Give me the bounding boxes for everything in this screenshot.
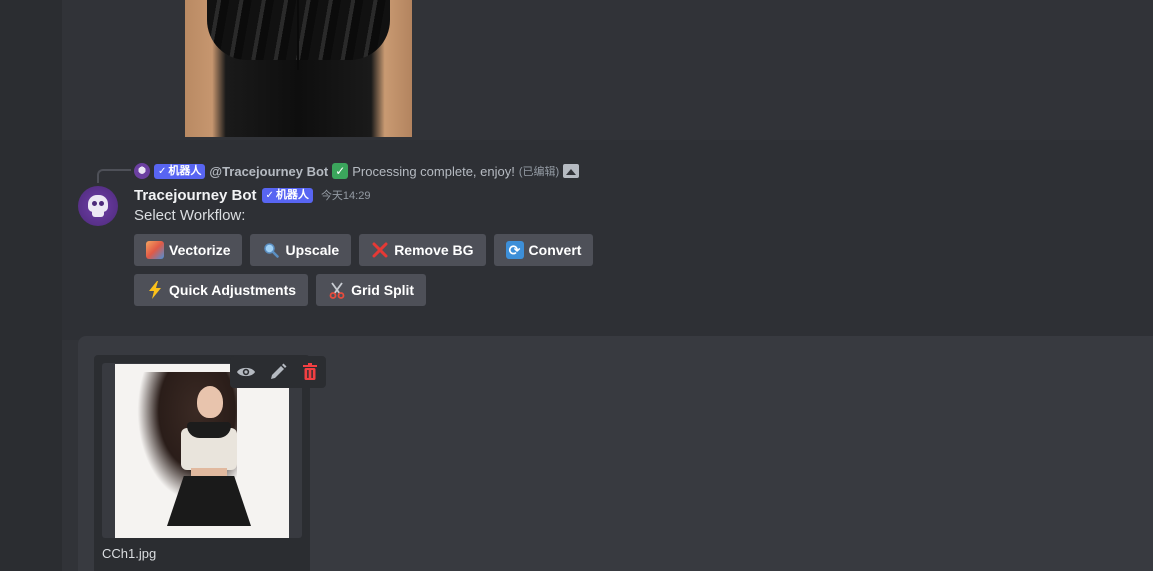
attachment-thumbnail[interactable]: [115, 364, 289, 538]
reply-bot-tag: ✓ 机器人: [154, 163, 206, 179]
message-header: Tracejourney Bot ✓ 机器人 今天14:29: [134, 184, 370, 206]
bot-avatar[interactable]: [78, 186, 118, 226]
bot-tag: ✓ 机器人: [261, 187, 313, 203]
grid-split-button[interactable]: Grid Split: [316, 274, 427, 306]
upscale-button[interactable]: Upscale: [250, 234, 352, 266]
reply-avatar: [134, 163, 150, 179]
check-mark-button-icon: ✓: [332, 163, 349, 179]
verified-check-icon: ✓: [158, 165, 167, 177]
quick-adjustments-button[interactable]: Quick Adjustments: [134, 274, 309, 306]
reply-mention[interactable]: @Tracejourney Bot: [209, 164, 328, 179]
reply-connector: [97, 169, 131, 183]
eye-icon[interactable]: [234, 360, 258, 384]
trash-icon[interactable]: [298, 360, 322, 384]
scissors-icon: [328, 281, 346, 299]
previous-image-attachment[interactable]: [185, 0, 412, 137]
attachment-filename: CCh1.jpg: [102, 546, 157, 561]
button-row-1: Vectorize Upscale Remove BG ⟳ Convert: [134, 234, 594, 266]
convert-button[interactable]: ⟳ Convert: [493, 234, 594, 266]
lightning-icon: [146, 281, 164, 299]
reply-text: Processing complete, enjoy!: [352, 163, 515, 179]
vectorize-button[interactable]: Vectorize: [134, 234, 243, 266]
reply-reference[interactable]: ✓ 机器人 @Tracejourney Bot ✓ Processing com…: [134, 161, 580, 181]
arrows-cycle-icon: ⟳: [505, 241, 524, 259]
server-sidebar: [0, 0, 62, 571]
remove-bg-button[interactable]: Remove BG: [359, 234, 486, 266]
username[interactable]: Tracejourney Bot: [134, 187, 257, 204]
timestamp: 今天14:29: [320, 190, 371, 202]
cross-mark-icon: [371, 241, 389, 259]
magnifying-glass-icon: [262, 241, 280, 259]
discord-window: ✓ 机器人 @Tracejourney Bot ✓ Processing com…: [0, 0, 1153, 571]
attachment-toolbar: [230, 356, 326, 388]
edited-label: (已编辑): [518, 166, 560, 178]
framed-picture-icon: [146, 241, 164, 259]
verified-check-icon: ✓: [265, 189, 274, 201]
image-icon: [563, 164, 580, 178]
button-row-2: Quick Adjustments Grid Split: [134, 274, 427, 306]
pencil-icon[interactable]: [266, 360, 290, 384]
message-content: Select Workflow:: [134, 207, 246, 224]
